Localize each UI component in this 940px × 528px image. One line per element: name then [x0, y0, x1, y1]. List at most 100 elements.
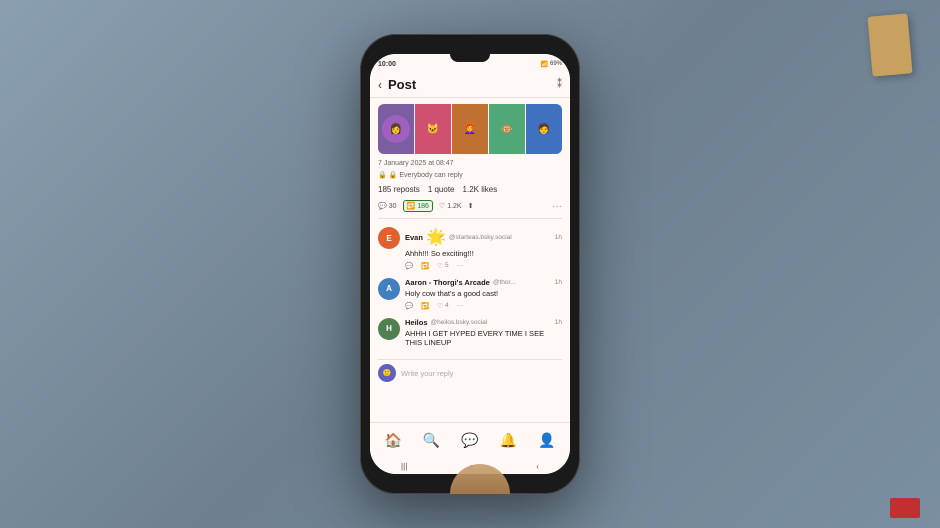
grid-cell-4: 🐵 [489, 104, 525, 154]
comment-body: Aaron - Thorgi's Arcade @thor... 1h Holy… [405, 278, 562, 310]
post-image-grid: 👩 🐱 👩‍🦰 🐵 🧑 [378, 104, 562, 154]
nav-notifications[interactable]: 🔔 [500, 432, 517, 449]
repost-count: 185 reposts [378, 185, 420, 194]
reply-avatar: 🙂 [378, 364, 396, 382]
avatar: E [378, 227, 400, 249]
status-time: 10:00 [378, 61, 396, 68]
post-date: 7 January 2025 at 08:47 [378, 160, 562, 167]
lock-icon: 🔒 [378, 171, 387, 179]
share-button[interactable]: ⬆ [468, 202, 474, 210]
android-nav-apps: ||| [401, 462, 407, 471]
comment-handle: @starteas.bsky.social [449, 234, 512, 241]
repost-icon: 🔁 [421, 302, 429, 310]
android-nav-back[interactable]: ‹ [536, 462, 539, 471]
like-button[interactable]: ♡ 1.2K [439, 202, 462, 210]
corner-decoration-br [890, 498, 920, 518]
phone-notch [450, 54, 490, 62]
comment-text: Ahhh!!! So exciting!!! [405, 249, 562, 259]
comment-header: Heilos @heilos.bsky.social 1h [405, 318, 562, 327]
more-action[interactable]: ··· [457, 262, 464, 269]
reply-icon: 💬 [405, 262, 413, 270]
comment-header: Evan 🌟 @starteas.bsky.social 1h [405, 227, 562, 247]
like-action[interactable]: ♡ 5 [437, 262, 448, 270]
comment-actions: 💬 🔁 ♡ 4 ··· [405, 302, 562, 310]
comment-text: Holy cow that's a good cast! [405, 289, 562, 299]
more-icon: ··· [457, 262, 464, 269]
bottom-nav: 🏠 🔍 💬 🔔 👤 [370, 422, 570, 458]
nav-messages[interactable]: 💬 [461, 432, 478, 449]
like-action[interactable]: ♡ 4 [437, 302, 448, 310]
comment-handle: @thor... [493, 279, 516, 286]
like-icon: ♡ [439, 202, 445, 210]
avatar-img-3: 👩‍🦰 [456, 115, 484, 143]
verified-icon: 🌟 [426, 227, 446, 247]
share-icon: ⬆ [468, 202, 474, 210]
back-button[interactable]: ‹ [378, 78, 382, 92]
comment-header: Aaron - Thorgi's Arcade @thor... 1h [405, 278, 562, 287]
likes-count: 1.2K likes [463, 185, 498, 194]
nav-search[interactable]: 🔍 [423, 432, 440, 449]
repost-icon: 🔁 [421, 262, 429, 270]
like-icon: ♡ [437, 302, 443, 310]
top-bar: ‹ Post ⁑ [370, 72, 570, 98]
avatar: H [378, 318, 400, 340]
repost-action[interactable]: 🔁 [421, 262, 429, 270]
phone-shell: 10:00 📶 69% ‹ Post ⁑ 👩 [360, 34, 580, 494]
comment-time: 1h [555, 279, 562, 286]
avatar: A [378, 278, 400, 300]
reply-action[interactable]: 💬 [405, 262, 413, 270]
more-icon: ··· [457, 302, 464, 309]
comment-item: A Aaron - Thorgi's Arcade @thor... 1h Ho… [378, 278, 562, 310]
corner-decoration-tr [867, 13, 912, 76]
more-button[interactable]: ··· [552, 201, 562, 212]
phone-screen: 10:00 📶 69% ‹ Post ⁑ 👩 [370, 54, 570, 474]
comment-icon: 💬 [378, 202, 387, 210]
status-icons: 📶 69% [541, 61, 563, 68]
grid-cell-3: 👩‍🦰 [452, 104, 488, 154]
comment-body: Evan 🌟 @starteas.bsky.social 1h Ahhh!!! … [405, 227, 562, 270]
comment-item: H Heilos @heilos.bsky.social 1h AHHH I G… [378, 318, 562, 352]
grid-cell-1: 👩 [378, 104, 414, 154]
comment-time: 1h [555, 234, 562, 241]
more-icon: ··· [552, 201, 562, 212]
avatar-img-5: 🧑 [530, 115, 558, 143]
nav-profile[interactable]: 👤 [538, 432, 555, 449]
reply-placeholder[interactable]: Write your reply [401, 369, 453, 378]
quote-count: 1 quote [428, 185, 455, 194]
comment-actions: 💬 🔁 ♡ 5 ··· [405, 262, 562, 270]
comment-name: Aaron - Thorgi's Arcade [405, 278, 490, 287]
nav-home[interactable]: 🏠 [384, 432, 401, 449]
comment-text: AHHH I GET HYPED EVERY TIME I SEE THIS L… [405, 329, 562, 349]
repost-action[interactable]: 🔁 [421, 302, 429, 310]
more-action[interactable]: ··· [457, 302, 464, 309]
repost-icon: 🔁 [407, 202, 416, 210]
repost-count: 186 [417, 203, 429, 210]
comment-time: 1h [555, 319, 562, 326]
desktop-background: 10:00 📶 69% ‹ Post ⁑ 👩 [0, 0, 940, 528]
like-count: 5 [445, 262, 449, 269]
comment-count: 30 [389, 203, 397, 210]
comment-body: Heilos @heilos.bsky.social 1h AHHH I GET… [405, 318, 562, 352]
like-count: 1.2K [447, 203, 461, 210]
comment-handle: @heilos.bsky.social [431, 319, 488, 326]
reply-icon: 💬 [405, 302, 413, 310]
action-row: 💬 30 🔁 186 ♡ 1.2K ⬆ ··· [378, 200, 562, 219]
like-count: 4 [445, 302, 449, 309]
signal-icon: 📶 [541, 61, 548, 68]
avatar-img-1: 👩 [382, 115, 410, 143]
reply-note-text: 🔒 Everybody can reply [389, 171, 463, 179]
comment-item: E Evan 🌟 @starteas.bsky.social 1h Ahhh!!… [378, 227, 562, 270]
grid-cell-5: 🧑 [526, 104, 562, 154]
avatar-img-4: 🐵 [493, 115, 521, 143]
like-icon: ♡ [437, 262, 443, 270]
reply-action[interactable]: 💬 [405, 302, 413, 310]
post-content: 👩 🐱 👩‍🦰 🐵 🧑 7 Januar [370, 98, 570, 422]
post-stats: 185 reposts 1 quote 1.2K likes [378, 185, 562, 194]
battery-level: 69% [550, 61, 562, 67]
header-icon[interactable]: ⁑ [557, 79, 562, 90]
reply-note: 🔒 🔒 Everybody can reply [378, 171, 562, 179]
write-reply-bar[interactable]: 🙂 Write your reply [378, 359, 562, 386]
avatar-img-2: 🐱 [419, 115, 447, 143]
comment-button[interactable]: 💬 30 [378, 202, 397, 210]
repost-button[interactable]: 🔁 186 [403, 200, 433, 212]
